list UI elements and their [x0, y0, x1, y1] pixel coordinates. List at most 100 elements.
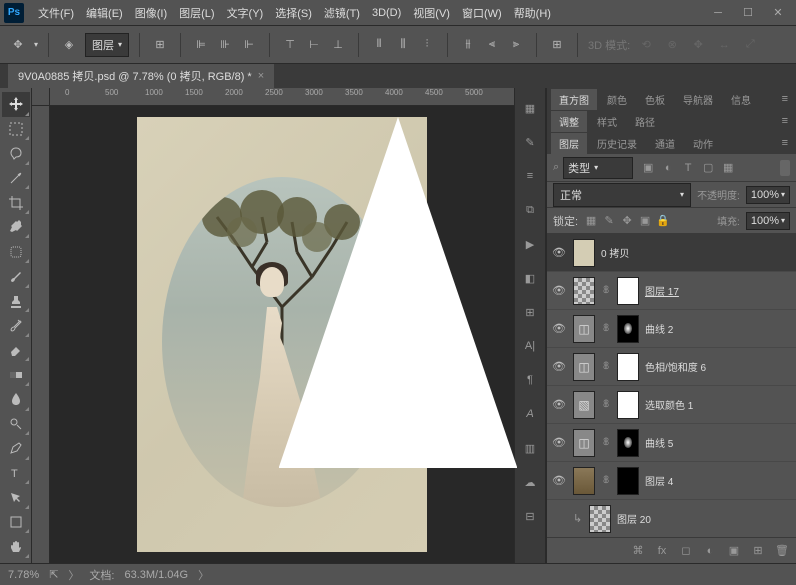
layer-row[interactable]: 👁 0 拷贝	[547, 234, 796, 272]
layer-mask-thumbnail[interactable]	[617, 315, 639, 343]
mask-link-icon[interactable]: 𝟠	[601, 361, 611, 372]
layer-name[interactable]: 图层 4	[645, 473, 673, 488]
styles-dock-icon[interactable]: ▥	[518, 436, 542, 460]
export-icon[interactable]: ⇱	[49, 568, 58, 581]
filter-type-icon[interactable]: T	[681, 161, 695, 175]
3d-rotate-icon[interactable]: ⟲	[636, 35, 656, 55]
glyphs-dock-icon[interactable]: A	[518, 402, 542, 426]
layer-name[interactable]: 0 拷贝	[601, 245, 629, 260]
auto-select-icon[interactable]: ◈	[59, 35, 79, 55]
panel-menu-icon[interactable]: ≡	[778, 137, 792, 149]
history-brush-tool[interactable]	[2, 313, 30, 338]
layer-mask-thumbnail[interactable]	[617, 429, 639, 457]
visibility-toggle[interactable]	[551, 511, 567, 527]
mask-link-icon[interactable]: 𝟠	[601, 437, 611, 448]
lasso-tool[interactable]	[2, 141, 30, 166]
layer-name[interactable]: 图层 20	[617, 511, 651, 526]
filter-pixel-icon[interactable]: ▣	[641, 161, 655, 175]
3d-dock-icon[interactable]: ◧	[518, 266, 542, 290]
layer-mask-thumbnail[interactable]	[617, 467, 639, 495]
cc-dock-icon[interactable]: ☁	[518, 470, 542, 494]
layer-effects-icon[interactable]: fx	[654, 543, 670, 559]
layer-name[interactable]: 图层 17	[645, 283, 679, 298]
link-layers-icon[interactable]: ⌘	[630, 543, 646, 559]
align-center-h-icon[interactable]: ⊪	[215, 35, 235, 55]
add-adjustment-icon[interactable]: ◐	[702, 543, 718, 559]
distribute-h-icon[interactable]: ⫴	[369, 35, 389, 55]
lock-brush-icon[interactable]: ✎	[602, 214, 616, 228]
align-right-icon[interactable]: ⊩	[239, 35, 259, 55]
doc-size-value[interactable]: 63.3M/1.04G	[124, 569, 188, 581]
filter-shape-icon[interactable]: ▢	[701, 161, 715, 175]
menu-image[interactable]: 图像(I)	[129, 1, 173, 25]
filter-type-dropdown[interactable]: 类型 ▾	[563, 157, 633, 179]
eraser-tool[interactable]	[2, 338, 30, 363]
distribute-space-3-icon[interactable]: ⫸	[506, 35, 526, 55]
tab-navigator[interactable]: 导航器	[675, 89, 721, 110]
move-tool[interactable]	[2, 92, 30, 117]
document-tab[interactable]: 9V0A0885 拷贝.psd @ 7.78% (0 拷贝, RGB/8) * …	[8, 64, 274, 88]
tab-swatches[interactable]: 色板	[637, 89, 673, 110]
layer-thumbnail[interactable]: ◫	[573, 353, 595, 381]
path-select-tool[interactable]	[2, 485, 30, 510]
layer-mask-thumbnail[interactable]	[617, 277, 639, 305]
visibility-toggle[interactable]: 👁	[551, 321, 567, 337]
tab-color[interactable]: 颜色	[599, 89, 635, 110]
hand-tool[interactable]	[2, 534, 30, 559]
3d-pan-icon[interactable]: ✥	[688, 35, 708, 55]
tab-history[interactable]: 历史记录	[589, 133, 645, 154]
stamp-tool[interactable]	[2, 289, 30, 314]
layer-thumbnail[interactable]: ▧	[573, 391, 595, 419]
close-tab-icon[interactable]: ×	[258, 70, 264, 82]
lock-all-icon[interactable]: 🔒	[656, 214, 670, 228]
layer-mask-thumbnail[interactable]	[617, 391, 639, 419]
ruler-vertical[interactable]	[32, 106, 50, 563]
marquee-tool[interactable]	[2, 117, 30, 142]
clone-source-dock-icon[interactable]: ⧉	[518, 198, 542, 222]
layer-name[interactable]: 曲线 5	[645, 435, 673, 450]
ruler-dock-icon[interactable]: ▦	[518, 96, 542, 120]
layer-thumbnail[interactable]	[589, 505, 611, 533]
visibility-toggle[interactable]: 👁	[551, 359, 567, 375]
add-mask-icon[interactable]: ◻	[678, 543, 694, 559]
tab-paths[interactable]: 路径	[627, 111, 663, 132]
brushes-dock-icon[interactable]: ≡	[518, 164, 542, 188]
distribute-space-v-icon[interactable]: ⫷	[482, 35, 502, 55]
fill-input[interactable]: 100% ▾	[746, 212, 790, 230]
layer-thumbnail[interactable]: ◫	[573, 429, 595, 457]
align-middle-icon[interactable]: ⊢	[304, 35, 324, 55]
layer-thumbnail[interactable]	[573, 277, 595, 305]
align-bottom-icon[interactable]: ⊥	[328, 35, 348, 55]
layer-thumbnail[interactable]	[573, 239, 595, 267]
zoom-level[interactable]: 7.78%	[8, 569, 39, 581]
actions-dock-icon[interactable]: ▶	[518, 232, 542, 256]
pen-tool[interactable]	[2, 436, 30, 461]
menu-help[interactable]: 帮助(H)	[508, 1, 557, 25]
blur-tool[interactable]	[2, 387, 30, 412]
ruler-horizontal[interactable]: 0 500 1000 1500 2000 2500 3000 3500 4000…	[50, 88, 514, 106]
filter-switch[interactable]	[780, 160, 790, 176]
layer-row[interactable]: 👁 ◫ 𝟠 曲线 2	[547, 310, 796, 348]
auto-align-icon[interactable]: ⊞	[547, 35, 567, 55]
layer-name[interactable]: 色相/饱和度 6	[645, 359, 706, 374]
panel-menu-icon[interactable]: ≡	[778, 115, 792, 127]
move-tool-icon[interactable]: ✥	[8, 35, 28, 55]
visibility-toggle[interactable]: 👁	[551, 245, 567, 261]
layer-thumbnail[interactable]: ◫	[573, 315, 595, 343]
layer-row[interactable]: 👁 ▧ 𝟠 选取颜色 1	[547, 386, 796, 424]
3d-roll-icon[interactable]: ⊗	[662, 35, 682, 55]
new-layer-icon[interactable]: ⊞	[750, 543, 766, 559]
3d-slide-icon[interactable]: ↔	[714, 35, 734, 55]
menu-file[interactable]: 文件(F)	[32, 1, 80, 25]
mask-link-icon[interactable]: 𝟠	[601, 399, 611, 410]
3d-scale-icon[interactable]: ⤢	[740, 35, 760, 55]
menu-edit[interactable]: 编辑(E)	[80, 1, 129, 25]
properties-dock-icon[interactable]: ⊞	[518, 300, 542, 324]
transform-controls-icon[interactable]: ⊞	[150, 35, 170, 55]
visibility-toggle[interactable]: 👁	[551, 473, 567, 489]
layer-select-dropdown[interactable]: 图层 ▾	[85, 33, 129, 57]
layers-list[interactable]: 👁 0 拷贝 👁 𝟠 图层 17 👁 ◫ 𝟠 曲线 2	[547, 234, 796, 537]
shape-tool[interactable]	[2, 510, 30, 535]
layer-row[interactable]: 👁 𝟠 图层 17	[547, 272, 796, 310]
chevron-down-icon[interactable]: ▾	[34, 40, 38, 49]
